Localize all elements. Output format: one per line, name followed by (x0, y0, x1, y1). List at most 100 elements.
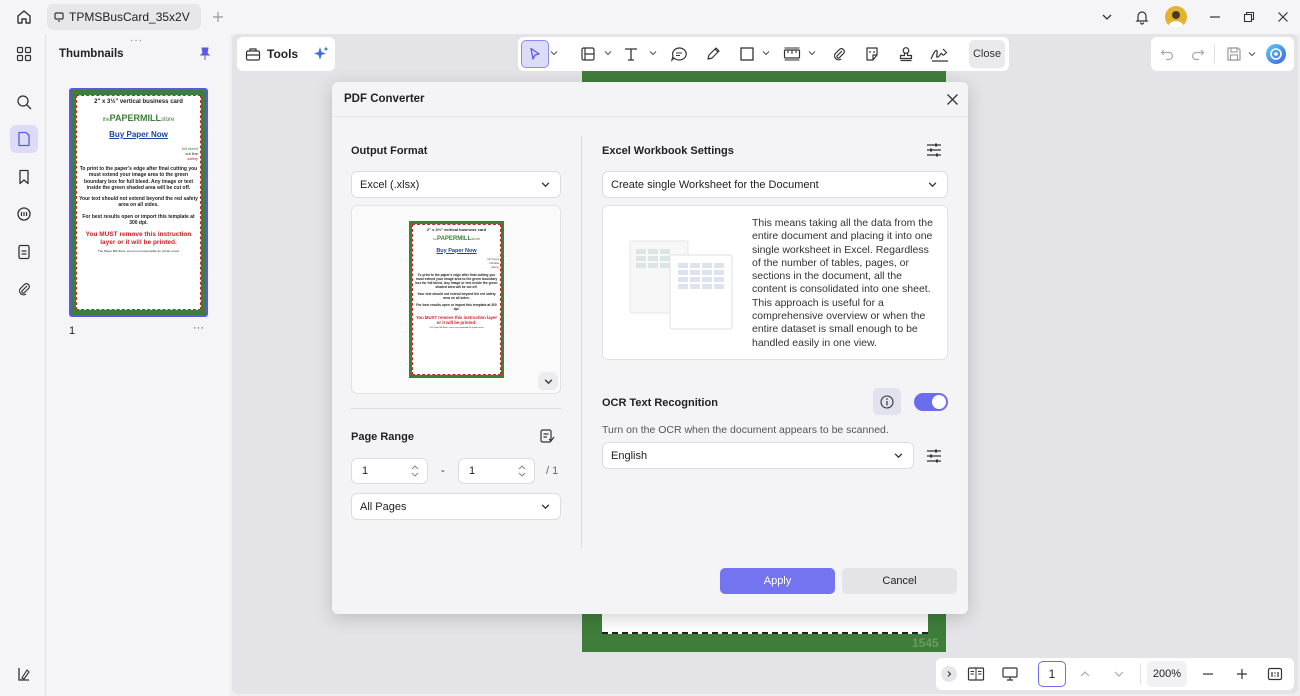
ocr-settings-icon[interactable] (925, 447, 943, 465)
undo-icon[interactable] (1160, 47, 1174, 61)
range-from-value: 1 (362, 465, 369, 477)
document-tab[interactable]: TPMSBusCard_35x2V (47, 4, 201, 30)
comment-icon[interactable] (670, 46, 688, 62)
redo-icon[interactable] (1191, 47, 1205, 61)
page-up-icon[interactable] (1079, 668, 1091, 680)
attachment-icon[interactable] (10, 275, 38, 303)
range-dash: - (441, 465, 445, 477)
sidebar-toggle-icon[interactable] (10, 660, 38, 688)
chevron-down-icon[interactable] (604, 49, 612, 57)
assistant-icon[interactable] (1266, 44, 1286, 64)
page-subset-select[interactable]: All Pages (351, 493, 561, 520)
page-thumbnail[interactable]: 2" x 3½" vertical business card thePAPER… (69, 88, 208, 317)
stepper-icon[interactable] (411, 464, 419, 478)
dialog-title: PDF Converter (344, 93, 425, 105)
thumb-brand: thePAPERMILLstore (102, 112, 175, 123)
preview-page: 2" x 3½" vertical business card thePAPER… (409, 221, 504, 378)
excel-settings-label: Excel Workbook Settings (602, 145, 734, 157)
page-layout-icon[interactable] (967, 666, 985, 682)
chevron-down-icon[interactable] (1099, 9, 1115, 25)
sticker-icon[interactable] (864, 46, 880, 62)
zoom-in-icon[interactable] (1236, 668, 1248, 680)
rectangle-icon[interactable] (739, 46, 755, 62)
ocr-language-select[interactable]: English (602, 442, 914, 469)
select-tool[interactable] (521, 40, 549, 68)
close-icon[interactable] (944, 91, 960, 107)
close-toolbar-button[interactable]: Close (969, 40, 1005, 68)
preview-footnote: The Paper Mill Store .com is not respons… (429, 327, 484, 330)
document-list-icon[interactable] (10, 238, 38, 266)
chevron-right-icon[interactable] (941, 666, 957, 682)
grid-icon[interactable] (10, 40, 38, 68)
preview-para1: To print to the paper's edge after final… (415, 272, 498, 289)
document-preview: 2" x 3½" vertical business card thePAPER… (351, 205, 561, 394)
preview-para3: For best results open or import this tem… (416, 303, 497, 312)
ocr-toggle[interactable] (914, 393, 948, 411)
annotation-toolbar: Close (518, 37, 1009, 71)
info-icon[interactable] (873, 388, 901, 415)
page-range-options-icon[interactable] (538, 427, 556, 445)
output-format-select[interactable]: Excel (.xlsx) (351, 171, 561, 198)
bell-icon[interactable] (1132, 7, 1152, 27)
minimize-icon[interactable] (1207, 9, 1223, 25)
range-from-input[interactable]: 1 (351, 458, 428, 484)
presentation-icon[interactable] (1001, 666, 1019, 682)
range-to-value: 1 (469, 465, 476, 477)
thumbnail-more-button[interactable]: ··· (193, 322, 204, 334)
close-window-icon[interactable] (1275, 9, 1291, 25)
preview-link: Buy Paper Now (436, 247, 477, 254)
ai-sparkle-icon[interactable] (308, 40, 334, 68)
actual-size-icon[interactable] (1267, 666, 1283, 682)
chevron-down-icon[interactable] (808, 49, 816, 57)
chevron-down-icon[interactable] (649, 49, 657, 57)
new-tab-icon[interactable] (210, 9, 226, 25)
search-icon[interactable] (10, 88, 38, 116)
toolbox-icon (245, 46, 261, 62)
cursor-icon (530, 47, 540, 60)
signature-icon[interactable] (930, 46, 950, 62)
document-page-bottom: 1545 (582, 614, 946, 652)
output-format-value: Excel (.xlsx) (360, 178, 420, 191)
bookmark-icon[interactable] (10, 163, 38, 191)
restore-icon[interactable] (1241, 9, 1257, 25)
save-icon[interactable] (1226, 46, 1242, 62)
text-tool-icon[interactable] (623, 46, 641, 62)
stepper-icon[interactable] (518, 464, 526, 478)
paperclip-icon[interactable] (831, 46, 847, 62)
text-box-icon[interactable] (580, 46, 596, 62)
chevron-down-icon[interactable] (762, 49, 770, 57)
home-icon[interactable] (14, 7, 34, 27)
tools-button[interactable]: Tools (237, 40, 302, 68)
corner-number: 1545 (912, 636, 939, 650)
page-down-icon[interactable] (1113, 668, 1125, 680)
range-total: / 1 (546, 465, 559, 477)
chevron-down-icon (928, 180, 937, 189)
thumb-heading: 2" x 3½" vertical business card (94, 99, 183, 105)
thumbnails-icon[interactable] (10, 125, 38, 153)
pen-icon[interactable] (705, 46, 721, 62)
zoom-level[interactable]: 200% (1147, 661, 1187, 687)
range-to-input[interactable]: 1 (458, 458, 535, 484)
page-number-input[interactable]: 1 (1038, 661, 1066, 687)
thumb-link: Buy Paper Now (109, 130, 168, 139)
drag-handle[interactable]: ··· (130, 35, 143, 46)
stamp-icon[interactable] (898, 46, 914, 62)
comments-icon[interactable] (10, 200, 38, 228)
avatar[interactable] (1165, 6, 1187, 28)
tools-label: Tools (267, 47, 299, 61)
pin-icon[interactable] (197, 46, 213, 62)
zoom-out-icon[interactable] (1202, 668, 1214, 680)
tab-title: TPMSBusCard_35x2V (69, 10, 190, 24)
pdf-converter-dialog: PDF Converter Output Format Excel (.xlsx… (332, 82, 968, 614)
measure-icon[interactable] (783, 46, 801, 62)
output-format-label: Output Format (351, 145, 428, 157)
chevron-down-icon[interactable] (1248, 50, 1256, 58)
worksheet-mode-select[interactable]: Create single Worksheet for the Document (602, 171, 948, 198)
preview-expand-button[interactable] (538, 372, 558, 390)
apply-button[interactable]: Apply (720, 568, 835, 594)
settings-sliders-icon[interactable] (925, 141, 943, 159)
chevron-down-icon (894, 451, 903, 460)
cancel-button[interactable]: Cancel (842, 568, 957, 594)
chevron-down-icon[interactable] (550, 49, 558, 57)
worksheet-description-card: This means taking all the data from the … (602, 205, 948, 360)
